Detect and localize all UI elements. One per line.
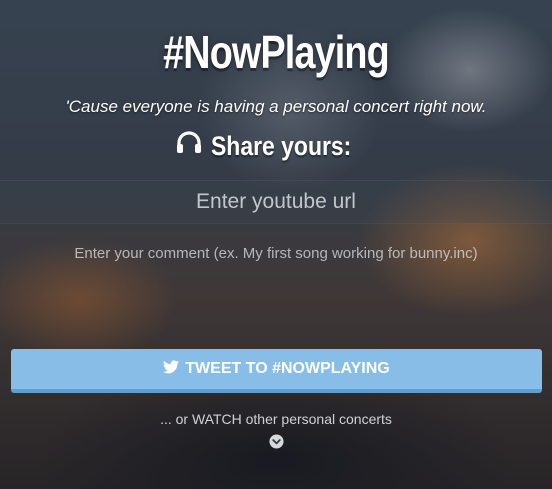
main-content: #NowPlaying 'Cause everyone is having a …: [0, 0, 552, 489]
chevron-circle-down-icon[interactable]: [269, 434, 284, 449]
share-heading: Share yours:: [0, 129, 552, 163]
comment-input[interactable]: [0, 238, 552, 268]
tweet-button-label: TWEET TO #NOWPLAYING: [185, 360, 390, 377]
share-label: Share yours:: [211, 131, 352, 161]
page-title: #NowPlaying: [163, 26, 390, 78]
headphones-icon: [175, 129, 203, 163]
page-subtitle: 'Cause everyone is having a personal con…: [65, 97, 487, 116]
twitter-bird-icon: [163, 359, 180, 379]
watch-concerts-link[interactable]: ... or WATCH other personal concerts: [0, 411, 552, 427]
tweet-button[interactable]: TWEET TO #NOWPLAYING: [11, 349, 542, 393]
youtube-url-input[interactable]: [0, 180, 552, 224]
